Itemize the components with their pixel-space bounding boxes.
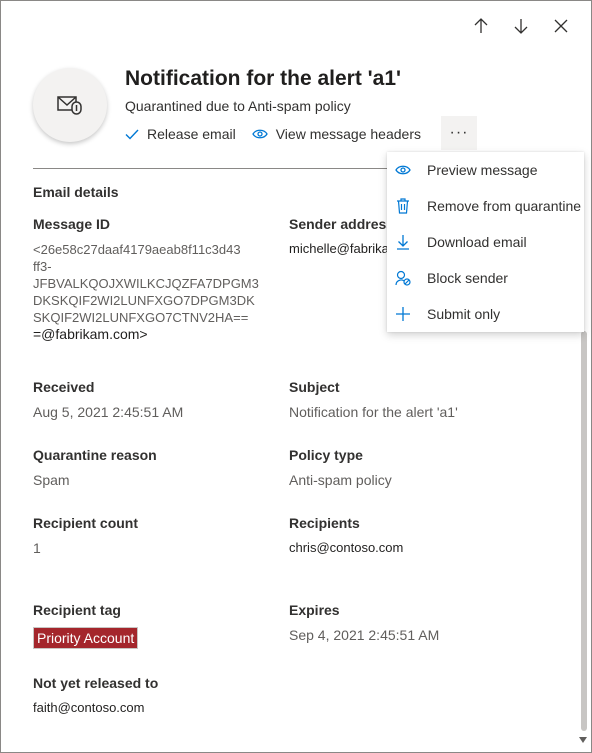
expires-label: Expires (289, 602, 340, 618)
not-released-value: faith@contoso.com (33, 700, 145, 715)
policy-type-label: Policy type (289, 447, 363, 463)
message-id-line: SKQIF2WI2LUNFXGO7CTNV2HA== (33, 310, 249, 325)
message-id-line: JFBVALKQOJXWILKCJQZFA7DPGM3 (33, 276, 259, 291)
not-released-field: Not yet released to faith@contoso.com (33, 675, 158, 715)
close-icon (554, 19, 568, 33)
message-id-line: =@fabrikam.com> (33, 326, 148, 342)
priority-account-badge: Priority Account (33, 627, 139, 649)
scroll-down-button[interactable] (578, 735, 588, 745)
action-bar: Release email View message headers ··· (125, 116, 477, 150)
download-icon (395, 234, 411, 250)
recipients-label: Recipients (289, 515, 360, 531)
subject-value: Notification for the alert 'a1' (289, 404, 458, 420)
page-subtitle: Quarantined due to Anti-spam policy (125, 98, 351, 114)
recipients-value: chris@contoso.com (289, 540, 404, 555)
release-email-label: Release email (147, 126, 236, 142)
recipient-tag-field: Recipient tag Priority Account (33, 602, 139, 649)
not-released-label: Not yet released to (33, 675, 159, 691)
menu-item-label: Remove from quarantine (427, 198, 582, 214)
expires-field: Expires Sep 4, 2021 2:45:51 AM (289, 602, 439, 643)
message-id-line: <26e58c27daaf4179aeab8f11c3d43 (33, 242, 241, 257)
details-panel: Notification for the alert 'a1' Quaranti… (0, 0, 592, 753)
checkmark-icon (125, 129, 139, 140)
quarantine-reason-label: Quarantine reason (33, 447, 157, 463)
policy-type-field: Policy type Anti-spam policy (289, 447, 392, 488)
menu-item-block-sender[interactable]: Block sender (387, 260, 584, 296)
next-item-button[interactable] (501, 15, 541, 37)
plus-icon (395, 306, 411, 322)
menu-item-label: Submit only (427, 306, 501, 322)
sender-address-value: michelle@fabrika (289, 241, 389, 256)
menu-item-remove-from-quarantine[interactable]: Remove from quarantine (387, 188, 584, 224)
arrow-down-icon (514, 19, 528, 34)
message-id-label: Message ID (33, 216, 111, 232)
more-actions-menu: Preview message Remove from quarantine D… (387, 152, 584, 332)
email-avatar (33, 68, 107, 142)
message-id-field: Message ID <26e58c27daaf4179aeab8f11c3d4… (33, 216, 261, 343)
menu-item-download-email[interactable]: Download email (387, 224, 584, 260)
menu-item-preview-message[interactable]: Preview message (387, 152, 584, 188)
recipient-tag-label: Recipient tag (33, 602, 121, 618)
recipient-count-value: 1 (33, 540, 41, 556)
release-email-button[interactable]: Release email (125, 126, 236, 142)
message-id-line: DKSKQIF2WI2LUNFXGO7DPGM3DK (33, 293, 255, 308)
section-title: Email details (33, 184, 119, 200)
block-user-icon (395, 270, 411, 286)
sender-address-label: Sender address (289, 216, 395, 232)
quarantine-reason-field: Quarantine reason Spam (33, 447, 157, 488)
quarantine-reason-value: Spam (33, 472, 70, 488)
menu-item-submit-only[interactable]: Submit only (387, 296, 584, 332)
recipient-count-field: Recipient count 1 (33, 515, 138, 556)
view-message-headers-button[interactable]: View message headers (251, 126, 421, 142)
close-button[interactable] (541, 15, 581, 37)
received-field: Received Aug 5, 2021 2:45:51 AM (33, 379, 183, 420)
triangle-down-icon (579, 737, 587, 743)
eye-icon (251, 129, 268, 139)
menu-item-label: Preview message (427, 162, 538, 178)
view-message-headers-label: View message headers (275, 126, 421, 142)
header-divider (33, 168, 388, 169)
expires-value: Sep 4, 2021 2:45:51 AM (289, 627, 440, 643)
trash-icon (395, 198, 411, 214)
sender-address-field: Sender address michelle@fabrika (289, 216, 394, 256)
received-value: Aug 5, 2021 2:45:51 AM (33, 404, 184, 420)
arrow-up-icon (474, 18, 488, 33)
menu-item-label: Block sender (427, 270, 508, 286)
page-title: Notification for the alert 'a1' (125, 67, 402, 90)
menu-item-label: Download email (427, 234, 527, 250)
received-label: Received (33, 379, 95, 395)
subject-field: Subject Notification for the alert 'a1' (289, 379, 458, 420)
panel-nav (461, 15, 581, 37)
message-id-value: <26e58c27daaf4179aeab8f11c3d43 ff3- JFBV… (33, 241, 261, 343)
message-id-line: ff3- (33, 259, 52, 274)
recipients-field: Recipients chris@contoso.com (289, 515, 403, 555)
eye-icon (395, 162, 411, 178)
subject-label: Subject (289, 379, 340, 395)
vertical-scrollbar[interactable] (581, 331, 587, 731)
more-actions-button[interactable]: ··· (441, 116, 477, 150)
previous-item-button[interactable] (461, 15, 501, 37)
recipient-count-label: Recipient count (33, 515, 139, 531)
email-attachment-icon (57, 96, 82, 115)
policy-type-value: Anti-spam policy (289, 472, 392, 488)
